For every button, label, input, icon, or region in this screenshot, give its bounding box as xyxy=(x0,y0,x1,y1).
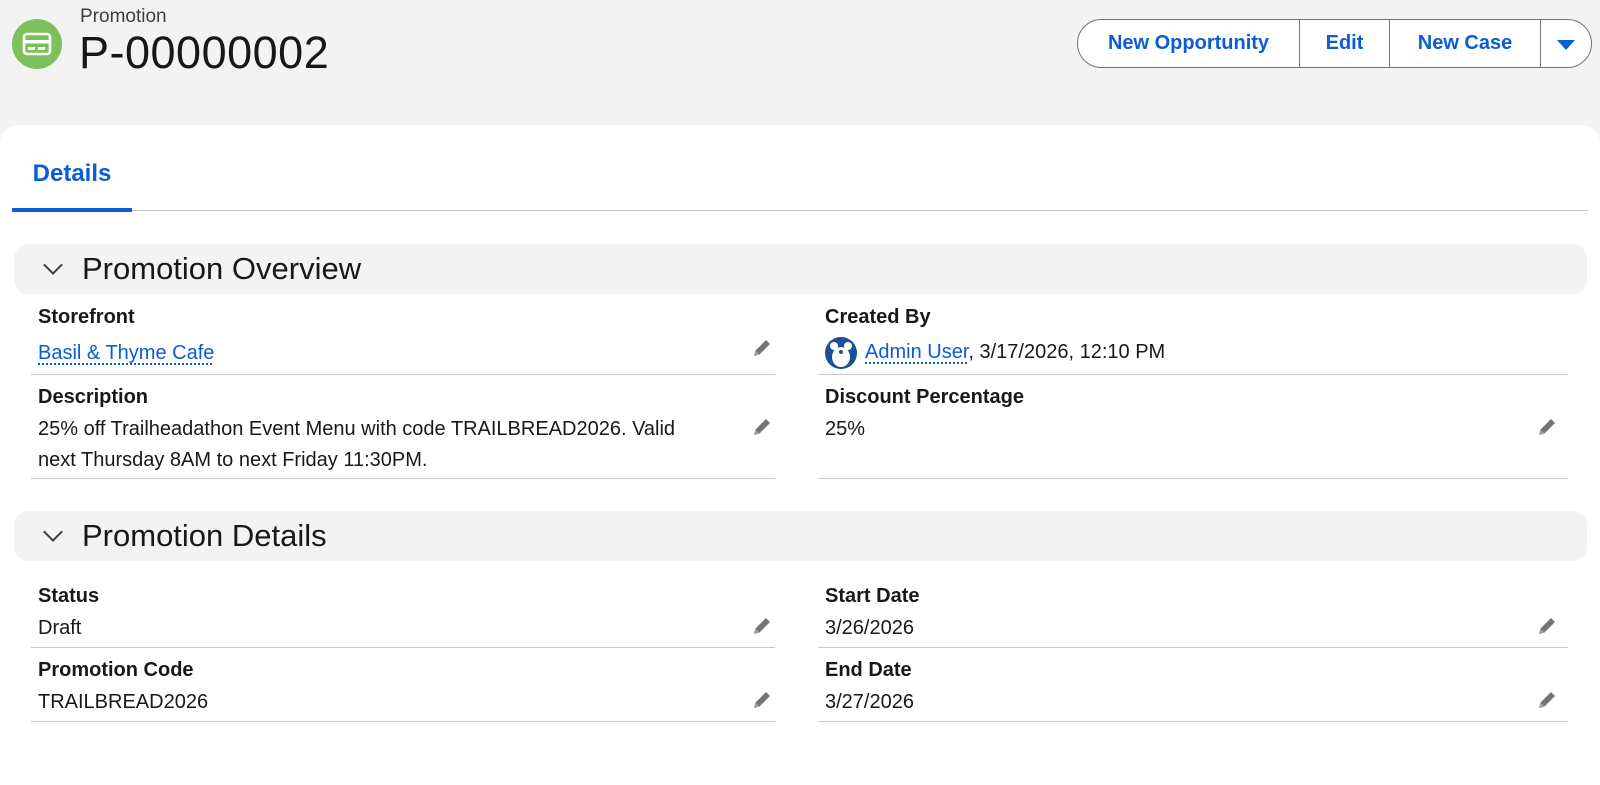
chevron-down-icon xyxy=(43,522,63,542)
field-label: Created By xyxy=(825,306,931,328)
tab-bar: Details xyxy=(12,125,1588,212)
field-end-date: End Date 3/27/2026 xyxy=(818,657,1568,722)
discount-value: 25% xyxy=(825,418,866,440)
field-promotion-code: Promotion Code TRAILBREAD2026 xyxy=(31,657,775,722)
description-line: 25% off Trailheadathon Event Menu with c… xyxy=(38,418,676,440)
section-title: Promotion Details xyxy=(82,518,327,553)
field-label: Discount Percentage xyxy=(825,386,1024,408)
created-by-date: 3/17/2026, 12:10 PM xyxy=(979,341,1166,363)
field-label: End Date xyxy=(825,659,912,681)
end-date-value: 3/27/2026 xyxy=(825,691,914,713)
new-case-button[interactable]: New Case xyxy=(1390,20,1541,67)
pencil-edit-icon[interactable] xyxy=(751,615,773,637)
new-opportunity-button[interactable]: New Opportunity xyxy=(1078,20,1300,67)
field-label: Storefront xyxy=(38,306,135,328)
tab-details[interactable]: Details xyxy=(12,160,132,212)
created-by-separator: , xyxy=(968,341,974,363)
record-detail-card: Details Promotion Overview Storefront Ba… xyxy=(0,125,1600,785)
chevron-down-icon xyxy=(1557,40,1575,50)
active-tab-indicator xyxy=(12,208,132,212)
pencil-edit-icon[interactable] xyxy=(1536,615,1558,637)
field-discount-percentage: Discount Percentage 25% xyxy=(818,384,1568,479)
more-actions-button[interactable] xyxy=(1541,20,1591,67)
created-by-user-link[interactable]: Admin User xyxy=(865,341,968,363)
pencil-edit-icon[interactable] xyxy=(1536,689,1558,711)
user-avatar xyxy=(825,337,857,369)
header-action-buttons: New Opportunity Edit New Case xyxy=(1077,19,1592,68)
field-label: Start Date xyxy=(825,585,920,607)
field-created-by: Created By Admin User, 3/17/2026, 12:10 … xyxy=(818,303,1568,375)
pencil-edit-icon[interactable] xyxy=(1536,416,1558,438)
field-label: Description xyxy=(38,386,149,408)
promotion-card-icon xyxy=(12,19,62,69)
storefront-link[interactable]: Basil & Thyme Cafe xyxy=(38,342,214,364)
pencil-edit-icon[interactable] xyxy=(751,337,773,359)
field-status: Status Draft xyxy=(31,583,775,648)
field-description: Description 25% off Trailheadathon Event… xyxy=(31,384,775,479)
promotion-code-value: TRAILBREAD2026 xyxy=(38,691,209,713)
field-label: Status xyxy=(38,585,100,607)
section-promotion-details-header[interactable]: Promotion Details xyxy=(14,511,1587,561)
field-storefront: Storefront Basil & Thyme Cafe xyxy=(31,303,775,375)
tab-details-label: Details xyxy=(32,160,112,187)
chevron-down-icon xyxy=(43,255,63,275)
field-start-date: Start Date 3/26/2026 xyxy=(818,583,1568,648)
description-value: 25% off Trailheadathon Event Menu with c… xyxy=(38,414,675,476)
status-value: Draft xyxy=(38,617,82,639)
edit-button[interactable]: Edit xyxy=(1300,20,1390,67)
object-type-label: Promotion xyxy=(80,6,167,27)
description-line: next Thursday 8AM to next Friday 11:30PM… xyxy=(38,449,428,471)
section-title: Promotion Overview xyxy=(82,251,362,286)
record-name-title: P-00000002 xyxy=(79,27,330,78)
record-header: Promotion P-00000002 New Opportunity Edi… xyxy=(0,0,1600,125)
pencil-edit-icon[interactable] xyxy=(751,689,773,711)
start-date-value: 3/26/2026 xyxy=(825,617,914,639)
section-promotion-overview-header[interactable]: Promotion Overview xyxy=(14,244,1587,294)
pencil-edit-icon[interactable] xyxy=(751,416,773,438)
field-label: Promotion Code xyxy=(38,659,194,681)
